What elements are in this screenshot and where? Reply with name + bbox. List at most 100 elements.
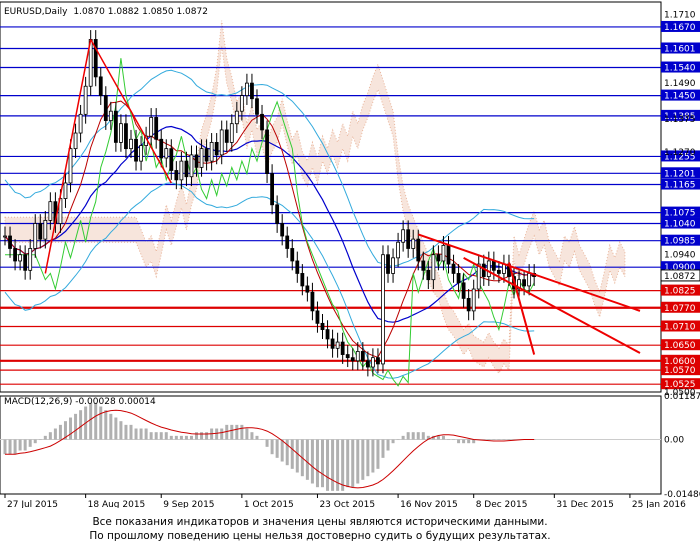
time-tick-label: 9 Sep 2015 <box>163 500 214 508</box>
candle-body <box>406 229 411 249</box>
candle-body <box>159 138 164 159</box>
candle-body <box>234 110 239 125</box>
candle-body <box>355 351 360 362</box>
candle-body <box>194 154 199 168</box>
candle-body <box>204 148 209 162</box>
macd-bar <box>446 439 450 441</box>
macd-bar <box>462 439 466 444</box>
macd-bar <box>230 424 234 440</box>
macd-bar <box>179 435 183 440</box>
candle-body <box>441 244 446 262</box>
candle-body <box>376 357 380 365</box>
candle-body <box>245 82 249 97</box>
macd-bar <box>109 413 113 440</box>
candle-body <box>48 201 53 221</box>
candle-body <box>476 263 481 290</box>
macd-bar <box>492 439 496 441</box>
candle-body <box>345 354 350 359</box>
candle-body <box>73 132 78 150</box>
candle-body <box>134 138 138 162</box>
blue-level-label: 1.1601 <box>664 44 696 54</box>
candle-body <box>350 357 355 362</box>
macd-bar <box>457 439 461 444</box>
macd-bar <box>315 439 319 488</box>
candle-body <box>63 182 68 199</box>
macd-bar <box>250 432 254 440</box>
candle-body <box>340 341 345 355</box>
price-tick: 1.0940 <box>664 251 696 261</box>
time-tick-label: 31 Dec 2015 <box>556 500 614 508</box>
macd-bar <box>154 432 158 440</box>
macd-bar <box>184 435 188 440</box>
macd-bar <box>255 435 259 440</box>
red-level-label: 1.0825 <box>664 287 696 297</box>
candle-body <box>189 154 194 178</box>
candle-body <box>295 260 300 274</box>
candle-body <box>502 263 506 274</box>
macd-bar <box>58 424 62 440</box>
macd-bar <box>305 439 309 480</box>
candle-body <box>129 138 133 150</box>
price-tick: 1.1375 <box>664 115 696 125</box>
candle-body <box>381 254 385 365</box>
macd-bar <box>3 439 7 455</box>
macd-bar <box>74 413 78 440</box>
macd-bar <box>48 432 52 440</box>
macd-bar <box>366 439 370 477</box>
candle-body <box>18 254 23 262</box>
macd-bar <box>396 439 400 441</box>
candle-body <box>28 248 33 271</box>
red-level-label: 1.0650 <box>664 341 696 351</box>
candle-body <box>260 113 264 131</box>
macd-bar <box>341 439 345 491</box>
candle-body <box>214 141 219 156</box>
red-level-label: 1.0770 <box>664 304 696 314</box>
candle-body <box>275 204 280 224</box>
macd-tick: 0.01187 <box>664 392 700 402</box>
candle-body <box>315 310 320 324</box>
candle-body <box>33 223 38 249</box>
candle-body <box>38 223 43 240</box>
macd-bar <box>386 439 390 451</box>
red-level-label: 1.0570 <box>664 366 696 376</box>
candle-body <box>98 76 103 96</box>
macd-bar <box>356 439 360 484</box>
macd-bar <box>134 428 138 440</box>
disclaimer-line-1: Все показания индикаторов и значения цен… <box>92 516 548 528</box>
candle-body <box>386 254 390 274</box>
macd-bar <box>169 435 173 440</box>
macd-bar <box>23 439 27 451</box>
candle-body <box>119 123 123 143</box>
eurusd-chart: 1.16701.16011.15401.14501.13851.12551.12… <box>0 0 700 508</box>
macd-bar <box>290 439 294 469</box>
macd-bar <box>13 439 17 455</box>
candle-body <box>426 269 431 281</box>
candle-body <box>179 160 184 181</box>
candle-body <box>270 173 275 206</box>
candle-body <box>486 260 491 277</box>
candle-body <box>370 357 375 368</box>
macd-bar <box>507 439 511 441</box>
macd-bar <box>33 439 37 444</box>
macd-bar <box>119 421 123 440</box>
macd-bar <box>321 439 324 488</box>
price-tick: 1.1270 <box>664 148 696 158</box>
candle-body <box>239 95 244 112</box>
macd-tick: -0.01486 <box>664 490 700 500</box>
candle-body <box>325 329 330 340</box>
macd-bar <box>189 435 193 440</box>
macd-bar <box>159 432 163 440</box>
blue-level-label: 1.1165 <box>664 181 696 191</box>
macd-bar <box>220 428 224 440</box>
candle-body <box>466 297 471 312</box>
chart-title: EURUSD,Daily 1.0870 1.0882 1.0850 1.0872 <box>4 7 208 17</box>
time-tick-label: 1 Oct 2015 <box>244 500 294 508</box>
candle-body <box>68 148 73 184</box>
candle-body <box>13 248 17 262</box>
macd-bar <box>346 439 350 488</box>
candle-body <box>310 291 315 312</box>
candle-body <box>471 288 476 312</box>
macd-bar <box>467 439 471 444</box>
candle-body <box>290 248 295 262</box>
macd-bar <box>245 428 249 440</box>
